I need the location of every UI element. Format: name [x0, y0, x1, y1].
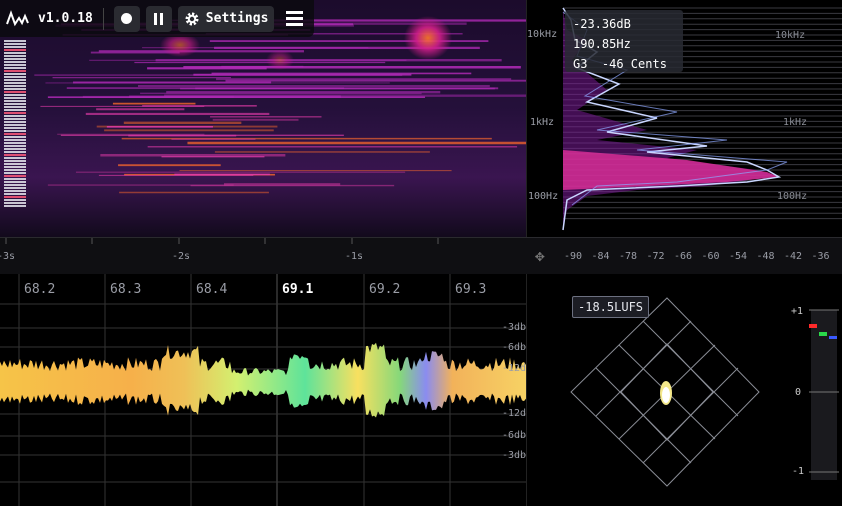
- settings-label: Settings: [205, 11, 269, 26]
- db-tick: -72: [646, 251, 665, 262]
- readout-db: -23.36dB: [573, 17, 631, 31]
- menu-icon: [285, 11, 303, 26]
- wave-db-label: -12db: [502, 408, 526, 419]
- readout-note: G3 -46 Cents: [573, 57, 667, 71]
- db-tick: -66: [674, 251, 693, 262]
- timecode-tick: 68.4: [196, 282, 228, 297]
- freq-label-10k: 10kHz: [775, 30, 805, 41]
- db-tick: -54: [729, 251, 748, 262]
- gear-icon: [184, 11, 200, 27]
- record-icon: [121, 13, 133, 24]
- wave-db-label: -6db: [502, 430, 526, 441]
- spectrum-readout: -23.36dB 190.85Hz G3 -46 Cents: [565, 10, 683, 72]
- db-axis: -90 -84 -78 -72 -66 -60 -54 -48 -42 -36: [562, 237, 842, 275]
- time-axis: -3s -2s -1s: [0, 237, 526, 275]
- time-tick: -2s: [172, 251, 191, 262]
- pause-icon: [154, 12, 164, 25]
- time-tick: -1s: [345, 251, 364, 262]
- move-handle[interactable]: ✥: [526, 237, 562, 275]
- db-tick: -60: [701, 251, 720, 262]
- correlation-bottom: -1: [792, 466, 805, 477]
- record-button[interactable]: [113, 5, 140, 32]
- spectrogram-freq-label-10k: 10kHz: [527, 29, 558, 40]
- time-tick: -3s: [0, 251, 16, 262]
- toolbar-divider: [102, 7, 104, 30]
- version-label: v1.0.18: [38, 11, 93, 26]
- readout-freq: 190.85Hz: [573, 37, 631, 51]
- settings-button[interactable]: Settings: [177, 5, 275, 32]
- timecode-tick: 68.3: [110, 282, 142, 297]
- wave-db-label: -12db: [502, 363, 526, 374]
- correlation-top: +1: [791, 306, 804, 317]
- freq-label-1k: 1kHz: [783, 117, 807, 128]
- spectrogram-freq-label-1k: 1kHz: [530, 117, 555, 128]
- waveform-view[interactable]: 68.2 68.3 68.4 69.1 69.2 69.3 -3db -6db -12db -1…: [0, 274, 526, 506]
- db-tick: -90: [564, 251, 583, 262]
- db-tick: -36: [811, 251, 830, 262]
- pause-button[interactable]: [145, 5, 172, 32]
- wave-db-label: -3db: [502, 322, 526, 333]
- correlation-mid: 0: [795, 387, 802, 398]
- timecode-tick: 69.1: [282, 282, 314, 297]
- spectrogram-freq-label-100: 100Hz: [528, 191, 559, 202]
- db-tick: -42: [784, 251, 803, 262]
- db-tick: -78: [619, 251, 638, 262]
- lufs-readout: -18.5LUFS: [572, 296, 650, 318]
- timecode-tick: 69.2: [369, 282, 401, 297]
- wave-db-label: -3db: [502, 450, 526, 461]
- timecode-tick: 68.2: [24, 282, 56, 297]
- db-tick: -48: [756, 251, 775, 262]
- waveform-logo-icon[interactable]: [6, 9, 32, 28]
- freq-label-100: 100Hz: [777, 191, 807, 202]
- toolbar: v1.0.18 Settings: [0, 0, 315, 37]
- menu-button[interactable]: [280, 6, 308, 32]
- waveform-canvas: [0, 274, 526, 506]
- db-tick: -84: [591, 251, 610, 262]
- timecode-tick: 69.3: [455, 282, 487, 297]
- wave-db-label: -6db: [502, 342, 526, 353]
- move-icon: ✥: [535, 246, 545, 265]
